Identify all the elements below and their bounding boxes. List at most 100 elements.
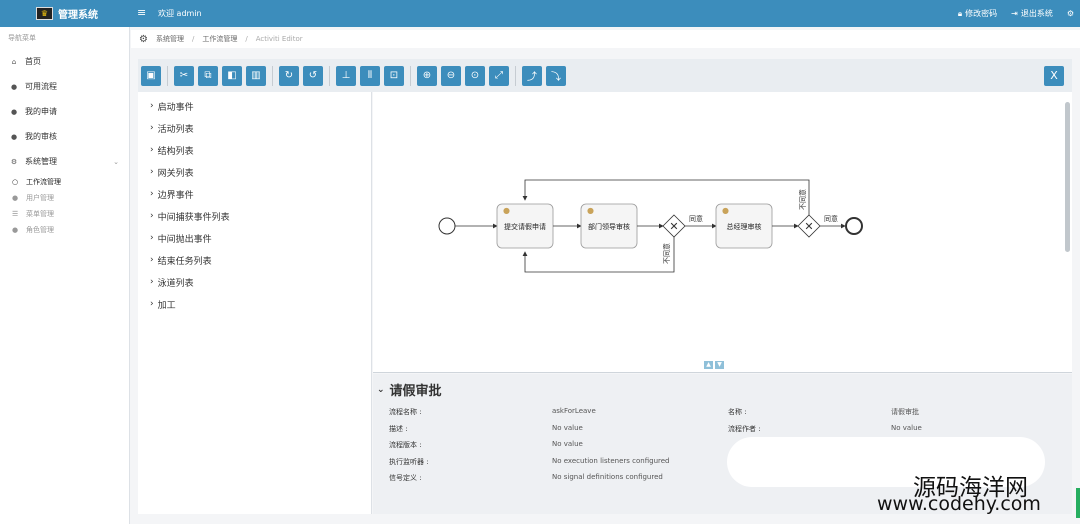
sidebar-item-home[interactable]: ⌂ 首页 [0,49,129,74]
properties-title[interactable]: ⌄ 请假审批 [377,380,442,399]
brand[interactable]: ♛ 管理系统 [36,6,98,21]
palette-group-label: 结束任务列表 [157,256,212,267]
cut-icon[interactable]: ✂ [174,65,194,86]
align-vertical-icon[interactable]: ⫴ [360,65,380,86]
zoom-fit-icon[interactable]: ⤢ [489,65,509,86]
user-task-icon: ● [503,206,510,215]
chevron-right-icon: › [150,189,154,199]
user-task-icon: ● [722,206,729,215]
property-value[interactable]: No value [552,424,583,432]
task-dept-review[interactable]: ● 部门领导审核 [580,203,638,249]
exclusive-gateway[interactable]: ✕ [797,214,821,238]
palette-group[interactable]: › 结构列表 [138,139,371,161]
sidebar-item-available-process[interactable]: ● 可用流程 [0,74,129,99]
property-value[interactable]: No execution listeners configured [552,457,670,465]
property-value[interactable]: No signal definitions configured [552,473,663,481]
side-indicator [1076,488,1080,518]
breadcrumb-item-system[interactable]: 系统管理 [156,34,184,44]
logout-link[interactable]: ⇥ 退出系统 [1011,8,1053,19]
sidebar: 导航菜单 ⌂ 首页 ● 可用流程 ● 我的申请 ● 我的审核 ⚙ 系统管理 ⌄ … [0,27,130,524]
same-size-icon[interactable]: ⊡ [384,65,404,86]
save-icon[interactable]: ▣ [141,65,161,86]
task-manager-review[interactable]: ● 总经理审核 [715,203,773,249]
bend-point-remove-icon[interactable]: ⤵ [546,65,566,86]
property-row[interactable]: 流程名称 : askForLeave 名称 : 请假审批 [373,407,1072,423]
brand-title: 管理系统 [58,10,98,21]
palette-group[interactable]: › 中间抛出事件 [138,227,371,249]
task-submit-leave[interactable]: ● 提交请假申请 [496,203,554,249]
breadcrumb-item-workflow[interactable]: 工作流管理 [202,34,237,44]
toolbar-divider [515,65,516,86]
delete-icon[interactable]: ▥ [246,65,266,86]
user-icon: ● [10,132,18,141]
palette-group[interactable]: › 网关列表 [138,161,371,183]
end-event[interactable] [845,217,863,235]
chevron-right-icon: › [150,299,154,309]
task-label: 提交请假申请 [504,222,546,231]
palette-group[interactable]: › 启动事件 [138,95,371,117]
lock-icon: 🔒︎ [957,8,963,18]
palette-group-label: 结构列表 [157,146,194,157]
task-label: 总经理审核 [727,222,762,231]
svg-text:✕: ✕ [669,220,678,233]
copy-icon[interactable]: ⧉ [198,65,218,86]
chevron-down-icon[interactable]: ▼ [715,361,724,369]
sidebar-subitem-menus[interactable]: ☰ 菜单管理 [0,206,129,222]
svg-text:✕: ✕ [804,220,813,233]
chevron-up-icon[interactable]: ▲ [704,361,713,369]
toolbar-divider [329,65,330,86]
watermark-url: www.codehy.com [877,493,1041,515]
menu-toggle-icon[interactable]: ≡ [137,6,146,19]
zoom-in-icon[interactable]: ⊕ [417,65,437,86]
property-label: 执行监听器 : [389,458,429,466]
property-label: 流程名称 : [389,408,422,416]
sidebar-item-system-management[interactable]: ⚙ 系统管理 ⌄ [0,149,129,174]
palette-group[interactable]: › 中间捕获事件列表 [138,205,371,227]
chevron-right-icon: › [150,101,154,111]
align-horizontal-icon[interactable]: ⊥ [336,65,356,86]
diagram-canvas[interactable]: ● 提交请假申请 ● 部门领导审核 ✕ 同意 不同意 ● 总经理审核 ✕ 同意 … [373,92,1072,373]
palette-group[interactable]: › 加工 [138,293,371,315]
logout-label: 退出系统 [1020,9,1053,18]
start-event[interactable] [438,217,456,235]
palette-group[interactable]: › 结束任务列表 [138,249,371,271]
toolbar-divider [167,65,168,86]
gear-icon: ⚙ [10,157,18,166]
palette-group[interactable]: › 活动列表 [138,117,371,139]
sidebar-subitem-workflow[interactable]: ○ 工作流管理 [0,174,129,190]
zoom-out-icon[interactable]: ⊖ [441,65,461,86]
sidebar-item-label: 首页 [25,57,41,66]
sidebar-subitem-roles[interactable]: ● 角色管理 [0,222,129,238]
property-value[interactable]: askForLeave [552,407,596,415]
panel-toggle: ▲ ▼ [704,361,724,369]
redo-icon[interactable]: ↻ [279,65,299,86]
palette-group-label: 启动事件 [157,102,194,113]
task-label: 部门领导审核 [588,222,630,231]
palette-group-label: 边界事件 [157,190,194,201]
flow-label: 同意 [689,214,703,223]
property-value[interactable]: No value [552,440,583,448]
palette-group-label: 中间抛出事件 [157,234,212,245]
palette-group-label: 中间捕获事件列表 [157,212,230,223]
bpmn-diagram: ● 提交请假申请 ● 部门领导审核 ✕ 同意 不同意 ● 总经理审核 ✕ 同意 … [438,179,863,273]
close-editor-button[interactable]: X [1044,65,1064,86]
zoom-actual-icon[interactable]: ⊙ [465,65,485,86]
property-value[interactable]: No value [891,424,922,432]
sidebar-item-my-applications[interactable]: ● 我的申请 [0,99,129,124]
undo-icon[interactable]: ↺ [303,65,323,86]
palette-group[interactable]: › 边界事件 [138,183,371,205]
change-password-link[interactable]: 🔒︎ 修改密码 [958,8,997,19]
bend-point-add-icon[interactable]: ⤴ [522,65,542,86]
property-label: 流程版本 : [389,441,422,449]
user-task-icon: ● [587,206,594,215]
flow-label: 不同意 [798,189,807,210]
settings-icon[interactable]: ⚙ [1067,8,1074,19]
sidebar-item-my-reviews[interactable]: ● 我的审核 [0,124,129,149]
exclusive-gateway[interactable]: ✕ [662,214,686,238]
sidebar-subitem-users[interactable]: ● 用户管理 [0,190,129,206]
vertical-scrollbar[interactable] [1065,102,1070,252]
properties-title-text: 请假审批 [389,384,442,399]
property-value[interactable]: 请假审批 [891,407,919,417]
paste-icon[interactable]: ◧ [222,65,242,86]
palette-group[interactable]: › 泳道列表 [138,271,371,293]
